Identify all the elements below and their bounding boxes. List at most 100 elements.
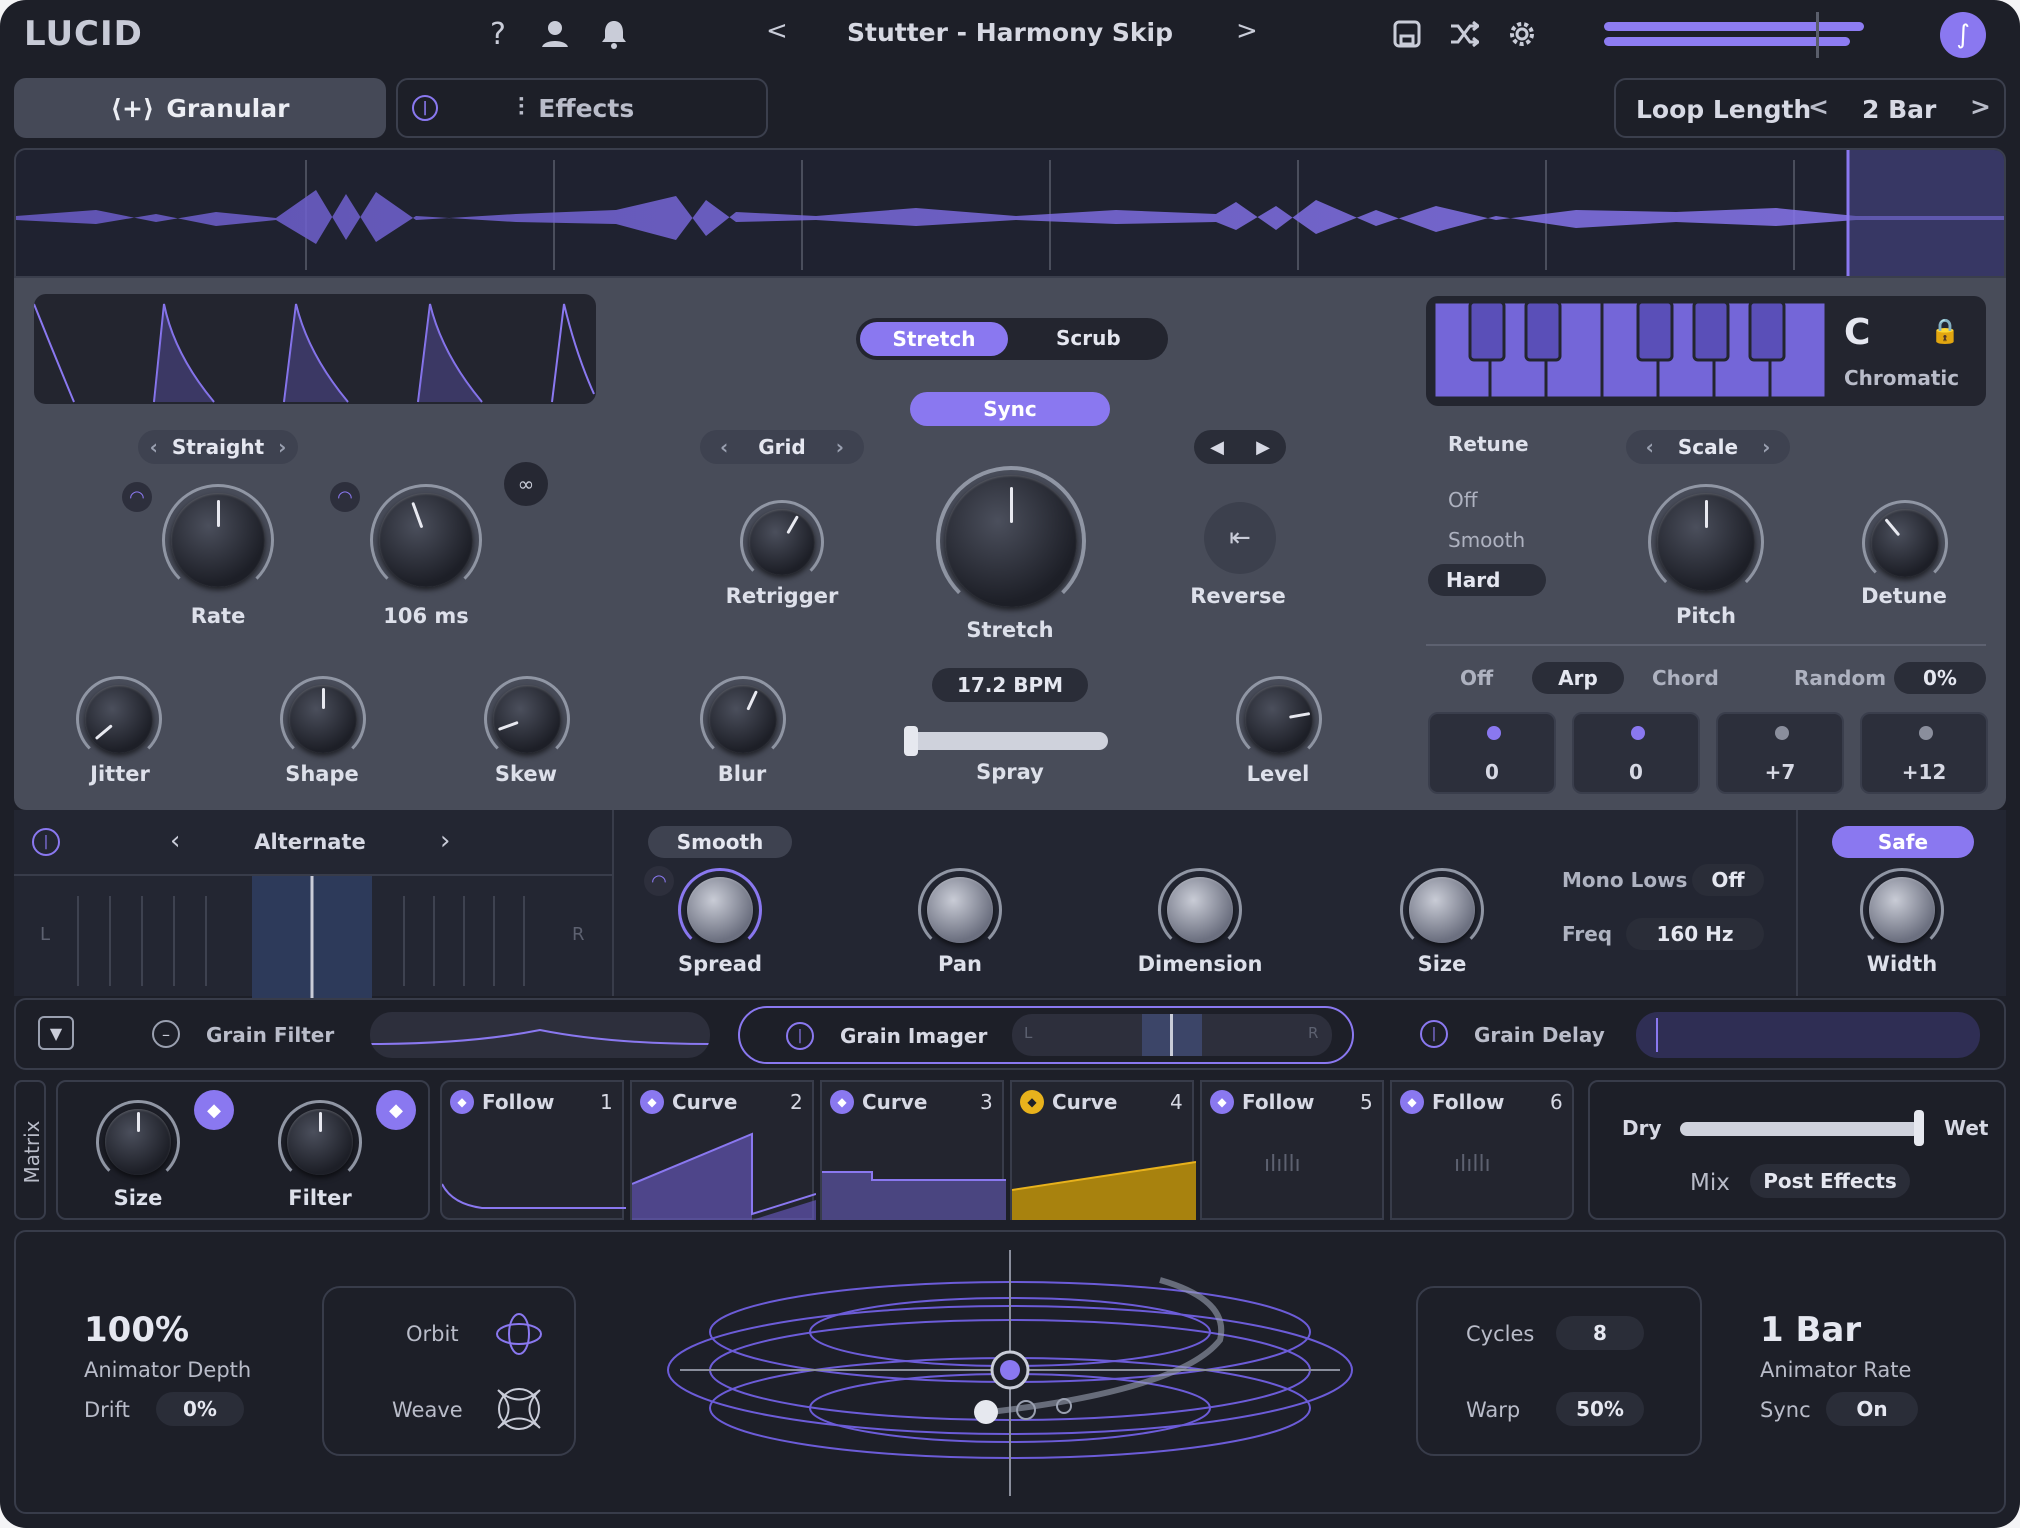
safe-button[interactable]: Safe bbox=[1832, 826, 1974, 858]
animator-orbit-display[interactable] bbox=[660, 1240, 1360, 1506]
arp-off[interactable]: Off bbox=[1460, 666, 1493, 690]
slot-icon[interactable]: ◆ bbox=[1400, 1090, 1424, 1114]
preset-name[interactable]: Stutter - Harmony Skip bbox=[820, 18, 1200, 47]
prev-preset-button[interactable]: < bbox=[766, 16, 788, 46]
mod-slot-5[interactable]: ◆ Follow 5 ılıllı bbox=[1200, 1080, 1384, 1220]
arp-chord[interactable]: Chord bbox=[1652, 666, 1719, 690]
grain-filter-label[interactable]: Grain Filter bbox=[206, 1023, 334, 1047]
stretch-knob[interactable] bbox=[936, 466, 1086, 616]
shuffle-icon[interactable] bbox=[1448, 18, 1480, 50]
retrigger-knob[interactable] bbox=[740, 500, 824, 584]
spray-handle[interactable] bbox=[904, 726, 918, 756]
size-knob[interactable] bbox=[1400, 868, 1484, 952]
filter-curve[interactable] bbox=[370, 1012, 710, 1058]
lock-icon[interactable]: 🔒 bbox=[1930, 316, 1960, 346]
mode-prev[interactable]: ‹ bbox=[150, 435, 158, 459]
mix-handle[interactable] bbox=[1914, 1110, 1924, 1146]
power-icon[interactable]: | bbox=[1420, 1020, 1448, 1048]
width-knob[interactable] bbox=[1860, 868, 1944, 952]
stretch-scrub-toggle[interactable]: Stretch Scrub bbox=[856, 318, 1168, 360]
pattern-next-button[interactable]: › bbox=[440, 826, 450, 856]
collapse-icon[interactable]: ▼ bbox=[38, 1016, 74, 1050]
cycles-value[interactable]: 8 bbox=[1556, 1316, 1644, 1350]
envelope-display[interactable] bbox=[34, 294, 596, 404]
reverse-icon[interactable]: ⇤ bbox=[1204, 502, 1276, 574]
delay-display[interactable] bbox=[1636, 1012, 1980, 1058]
mono-lows-value[interactable]: Off bbox=[1692, 864, 1764, 896]
slot-icon[interactable]: ◆ bbox=[830, 1090, 854, 1114]
left-arrow-icon[interactable]: ◀ bbox=[1210, 437, 1224, 458]
orbit-label[interactable]: Orbit bbox=[406, 1322, 459, 1346]
piano-keys[interactable] bbox=[1434, 302, 1834, 402]
power-icon[interactable]: | bbox=[32, 828, 60, 856]
power-icon[interactable]: | bbox=[412, 95, 438, 121]
skew-knob[interactable] bbox=[484, 676, 570, 762]
envelope-mode-selector[interactable]: ‹ Straight › bbox=[138, 430, 298, 464]
jitter-knob[interactable] bbox=[76, 676, 162, 762]
grain-delay-label[interactable]: Grain Delay bbox=[1474, 1023, 1605, 1047]
waveform-display[interactable] bbox=[14, 148, 2006, 278]
spray-slider[interactable] bbox=[908, 732, 1108, 750]
orbit-icon[interactable] bbox=[494, 1312, 544, 1356]
scrub-mode-button[interactable]: Scrub bbox=[1056, 326, 1121, 350]
minus-circle-icon[interactable]: – bbox=[152, 1020, 180, 1048]
slot-icon[interactable]: ◆ bbox=[1020, 1090, 1044, 1114]
mode-next[interactable]: › bbox=[278, 435, 286, 459]
freq-value[interactable]: 160 Hz bbox=[1626, 918, 1764, 950]
user-icon[interactable] bbox=[538, 16, 572, 52]
mod-link-icon[interactable]: ◆ bbox=[194, 1090, 234, 1130]
mod-slot-2[interactable]: ◆ Curve 2 bbox=[630, 1080, 816, 1220]
stereo-display[interactable]: L R bbox=[14, 874, 612, 998]
right-arrow-icon[interactable]: ▶ bbox=[1256, 437, 1270, 458]
grid-prev[interactable]: ‹ bbox=[720, 435, 728, 459]
post-effects-button[interactable]: Post Effects bbox=[1750, 1164, 1910, 1198]
spread-knob[interactable] bbox=[678, 868, 762, 952]
next-preset-button[interactable]: > bbox=[1236, 16, 1258, 46]
save-icon[interactable] bbox=[1392, 18, 1422, 50]
detune-knob[interactable] bbox=[1862, 500, 1948, 586]
loop-length-selector[interactable]: Loop Length < 2 Bar > bbox=[1614, 78, 2006, 138]
retune-hard[interactable]: Hard bbox=[1428, 564, 1546, 596]
sync-button[interactable]: Sync bbox=[910, 392, 1110, 426]
mod-indicator-icon[interactable]: ◠ bbox=[330, 482, 360, 512]
arp-arp[interactable]: Arp bbox=[1532, 662, 1624, 694]
rate-knob[interactable] bbox=[162, 484, 274, 596]
tab-granular[interactable]: ⟨+⟩ Granular bbox=[14, 78, 386, 138]
retune-off[interactable]: Off bbox=[1448, 488, 1478, 512]
stretch-mode-button[interactable]: Stretch bbox=[860, 322, 1008, 356]
smooth-button[interactable]: Smooth bbox=[648, 826, 792, 858]
matrix-tab[interactable]: Matrix bbox=[14, 1080, 46, 1220]
power-icon[interactable]: | bbox=[786, 1022, 814, 1050]
retune-smooth[interactable]: Smooth bbox=[1448, 528, 1525, 552]
mod-slot-3[interactable]: ◆ Curve 3 bbox=[820, 1080, 1006, 1220]
mod-slot-1[interactable]: ◆ Follow 1 bbox=[440, 1080, 626, 1220]
avatar[interactable]: ∫ bbox=[1940, 12, 1986, 58]
bpm-display[interactable]: 17.2 BPM bbox=[932, 668, 1088, 702]
imager-mini-display[interactable]: L R bbox=[1012, 1014, 1332, 1056]
keyboard-display[interactable]: C 🔒 Chromatic bbox=[1426, 296, 1986, 406]
dimension-knob[interactable] bbox=[1158, 868, 1242, 952]
bell-icon[interactable] bbox=[598, 16, 630, 52]
scale-prev[interactable]: ‹ bbox=[1646, 435, 1654, 459]
arp-step-3[interactable]: +7 bbox=[1716, 712, 1844, 794]
blur-knob[interactable] bbox=[700, 676, 786, 762]
loop-next-button[interactable]: > bbox=[1970, 92, 1991, 121]
grain-imager-module[interactable]: | Grain Imager L R bbox=[738, 1006, 1354, 1064]
scale-selector[interactable]: ‹ Scale › bbox=[1626, 430, 1790, 464]
weave-icon[interactable] bbox=[494, 1386, 544, 1432]
pattern-prev-button[interactable]: ‹ bbox=[170, 826, 180, 856]
arp-step-2[interactable]: 0 bbox=[1572, 712, 1700, 794]
gear-icon[interactable] bbox=[1506, 18, 1538, 50]
level-knob[interactable] bbox=[1236, 676, 1322, 762]
mod-indicator-icon[interactable]: ◠ bbox=[122, 482, 152, 512]
output-meter[interactable] bbox=[1604, 12, 1910, 58]
mod-slot-4[interactable]: ◆ Curve 4 bbox=[1010, 1080, 1196, 1220]
pan-knob[interactable] bbox=[918, 868, 1002, 952]
loop-prev-button[interactable]: < bbox=[1808, 92, 1829, 121]
tab-effects[interactable]: | ⫶ Effects bbox=[396, 78, 768, 138]
help-icon[interactable]: ? bbox=[484, 14, 512, 54]
warp-value[interactable]: 50% bbox=[1556, 1392, 1644, 1426]
mix-slider[interactable] bbox=[1680, 1122, 1920, 1136]
mod-indicator-icon[interactable]: ◠ bbox=[644, 866, 674, 896]
slot-icon[interactable]: ◆ bbox=[640, 1090, 664, 1114]
